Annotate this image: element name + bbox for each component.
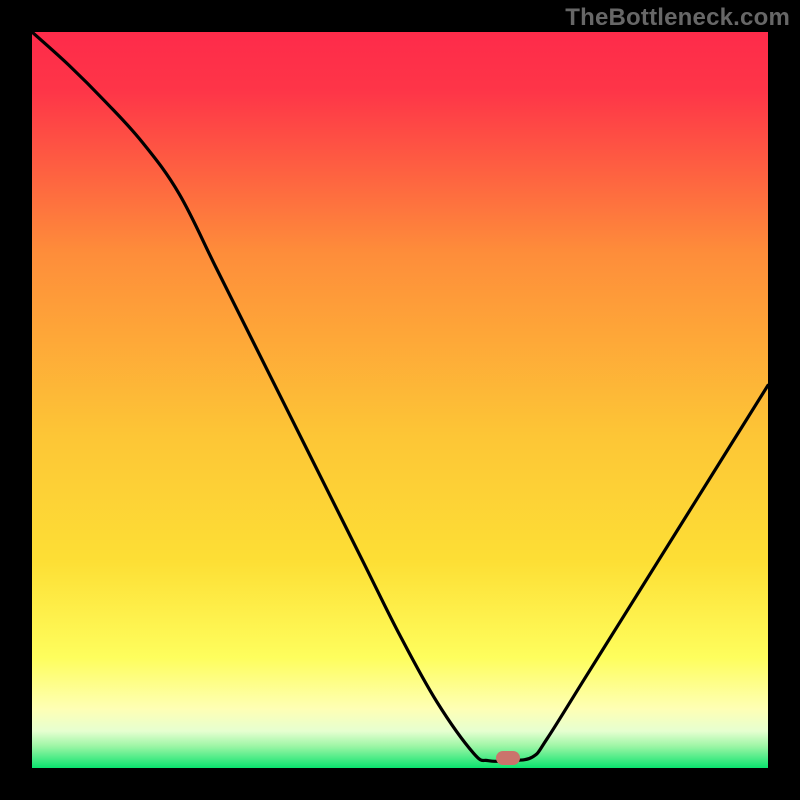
plot-svg xyxy=(32,32,768,768)
optimal-point-marker xyxy=(496,751,520,765)
plot-area xyxy=(32,32,768,768)
watermark-text: TheBottleneck.com xyxy=(565,4,790,32)
chart-frame: TheBottleneck.com xyxy=(0,0,800,800)
